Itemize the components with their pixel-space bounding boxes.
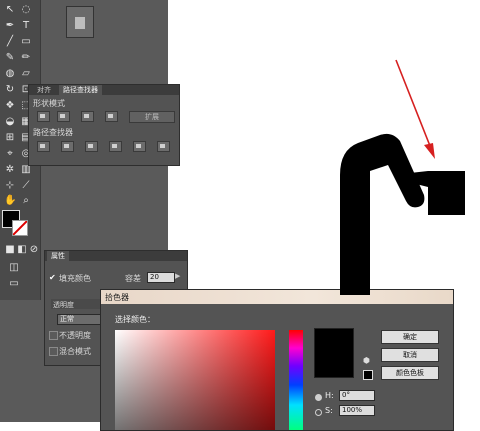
tolerance-input[interactable]: 20 xyxy=(147,272,175,283)
pen-tool-icon[interactable]: ✒ xyxy=(4,20,16,32)
rectangle-tool-icon[interactable]: ▭ xyxy=(20,36,32,48)
pathfinder-panel: 对齐 路径查找器 形状模式 扩展 路径查找器 xyxy=(28,84,180,166)
trim-button[interactable] xyxy=(61,141,74,152)
hue-slider[interactable] xyxy=(289,330,303,430)
minus-front-button[interactable] xyxy=(57,111,70,122)
current-color-swatch xyxy=(314,328,354,378)
hue-radio[interactable] xyxy=(315,394,322,401)
none-stroke-icon xyxy=(12,220,28,236)
outline-button[interactable] xyxy=(133,141,146,152)
blend-mode-checkbox[interactable] xyxy=(49,347,58,356)
shape-builder-tool-icon[interactable]: ◒ xyxy=(4,116,16,128)
dialog-title: 拾色器 xyxy=(105,293,129,302)
hand-tool-icon[interactable]: ✋ xyxy=(4,195,16,207)
mesh-tool-icon[interactable]: ⊞ xyxy=(4,132,16,144)
lasso-tool-icon[interactable]: ◌ xyxy=(20,4,32,16)
crop-button[interactable] xyxy=(109,141,122,152)
ok-button[interactable]: 确定 xyxy=(381,330,439,344)
artboard-tool-icon[interactable]: ⊹ xyxy=(4,180,16,192)
screen-mode-icon[interactable]: ▭ xyxy=(8,278,20,290)
s-label: S: xyxy=(325,406,333,415)
h-input[interactable]: 0° xyxy=(339,390,375,401)
minus-back-button[interactable] xyxy=(157,141,170,152)
unite-button[interactable] xyxy=(37,111,50,122)
figure-artwork[interactable] xyxy=(340,133,465,295)
none-mode-icon[interactable]: ⊘ xyxy=(28,244,40,256)
blend-mode-label: 混合模式 xyxy=(59,347,91,356)
navigator-thumbnail[interactable] xyxy=(66,6,94,38)
gradient-mode-icon[interactable]: ◧ xyxy=(16,244,28,256)
brush-tool-icon[interactable]: ✎ xyxy=(4,52,16,64)
merge-button[interactable] xyxy=(85,141,98,152)
eyedropper-tool-icon[interactable]: ⌖ xyxy=(4,148,16,160)
selection-tool-icon[interactable]: ↖ xyxy=(4,4,16,16)
fill-color-label: 填充颜色 xyxy=(59,274,91,283)
color-swatches-button[interactable]: 颜色色板 xyxy=(381,366,439,380)
saturation-radio[interactable] xyxy=(315,409,322,416)
color-mode-icon[interactable]: ■ xyxy=(4,244,16,256)
web-color-swatch[interactable] xyxy=(363,370,373,380)
web-color-icon[interactable]: ⬢ xyxy=(363,356,370,365)
line-tool-icon[interactable]: ╱ xyxy=(4,36,16,48)
pathfinders-label: 路径查找器 xyxy=(33,128,73,137)
symbol-sprayer-tool-icon[interactable]: ✲ xyxy=(4,164,16,176)
artwork-canvas xyxy=(340,59,465,295)
opacity-checkbox[interactable] xyxy=(49,331,58,340)
tab-align[interactable]: 对齐 xyxy=(33,85,55,95)
blob-brush-tool-icon[interactable]: ◍ xyxy=(4,68,16,80)
tolerance-arrow-icon[interactable]: ▶ xyxy=(175,272,180,280)
expand-button[interactable]: 扩展 xyxy=(129,111,175,123)
stroke-swatch[interactable] xyxy=(12,220,28,236)
eraser-tool-icon[interactable]: ▱ xyxy=(20,68,32,80)
draw-mode-icon[interactable]: ◫ xyxy=(8,262,20,274)
color-spectrum-field[interactable] xyxy=(115,330,275,430)
tolerance-label: 容差 xyxy=(125,274,141,283)
h-label: H: xyxy=(325,391,334,400)
opacity-label: 不透明度 xyxy=(59,331,91,340)
shape-modes-label: 形状模式 xyxy=(33,99,65,108)
type-tool-icon[interactable]: T xyxy=(20,20,32,32)
fill-color-checkbox[interactable]: ✔ xyxy=(49,273,56,282)
select-color-label: 选择颜色： xyxy=(115,315,155,324)
rotate-tool-icon[interactable]: ↻ xyxy=(4,84,16,96)
red-arrow xyxy=(395,59,435,159)
blend-mode-select[interactable]: 正常 xyxy=(57,314,101,325)
document-icon xyxy=(75,17,85,29)
slice-tool-icon[interactable]: ⟋ xyxy=(20,180,32,192)
transparency-label: 透明度 xyxy=(53,301,74,309)
exclude-button[interactable] xyxy=(105,111,118,122)
divide-button[interactable] xyxy=(37,141,50,152)
intersect-button[interactable] xyxy=(81,111,94,122)
cancel-button[interactable]: 取消 xyxy=(381,348,439,362)
tab-pathfinder[interactable]: 路径查找器 xyxy=(59,85,102,95)
pencil-tool-icon[interactable]: ✏ xyxy=(20,52,32,64)
tab-magic-wand[interactable]: 属性 xyxy=(47,251,69,261)
warp-tool-icon[interactable]: ❖ xyxy=(4,100,16,112)
color-picker-dialog: 拾色器 选择颜色： ⬢ 确定 取消 颜色色板 H: 0° S: 100% xyxy=(100,289,454,431)
zoom-tool-icon[interactable]: ⌕ xyxy=(20,195,32,207)
s-input[interactable]: 100% xyxy=(339,405,375,416)
